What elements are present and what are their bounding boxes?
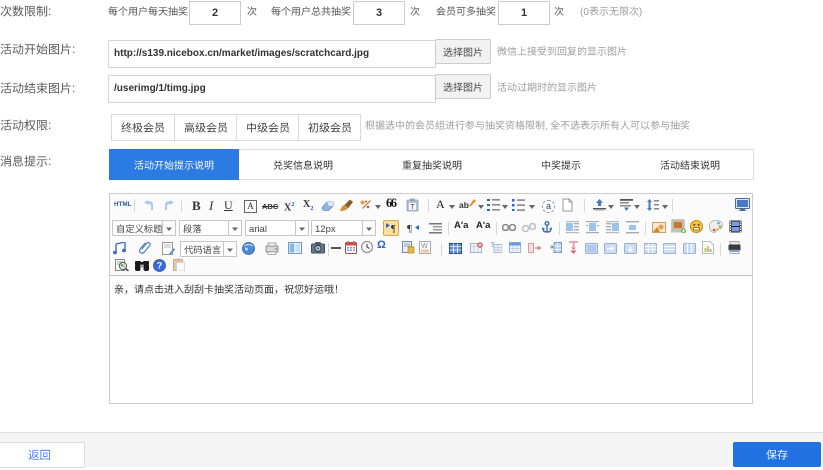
svg-text:¶: ¶ xyxy=(407,223,412,233)
svg-text:?: ? xyxy=(157,261,163,271)
svg-text:¶: ¶ xyxy=(391,224,396,233)
svg-text:T: T xyxy=(410,204,415,211)
svg-text:W: W xyxy=(421,243,428,250)
